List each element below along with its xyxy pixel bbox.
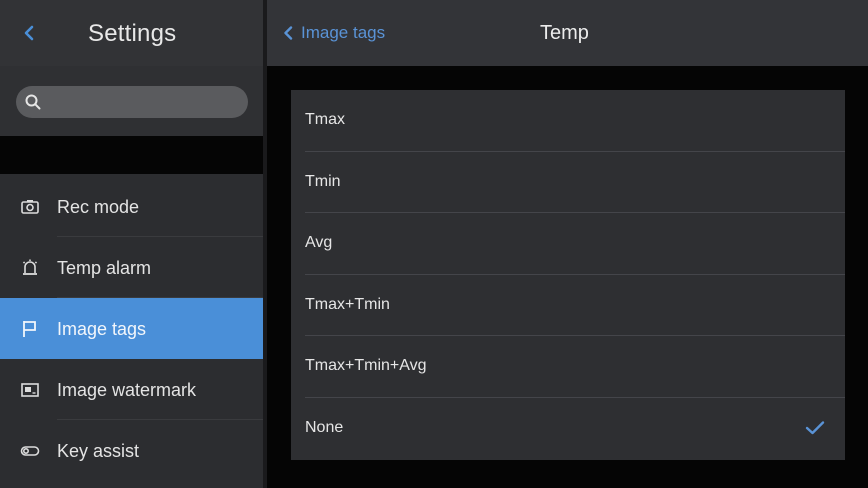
search-input[interactable]	[48, 86, 238, 118]
camera-icon	[21, 200, 39, 214]
sidebar-item-label: Rec mode	[57, 197, 140, 217]
watermark-icon	[21, 383, 39, 397]
page-title: Temp	[540, 22, 589, 44]
option-label: Tmax+Tmin+Avg	[305, 357, 427, 375]
sidebar-item-label: Temp alarm	[57, 258, 152, 278]
search-icon	[25, 94, 41, 110]
option-label: Tmax+Tmin	[305, 295, 390, 313]
back-link-label: Image tags	[301, 23, 386, 42]
settings-menu: Rec mode Temp alarm Image tags Image wat…	[0, 176, 263, 481]
flag-icon	[23, 321, 36, 337]
section-spacer	[0, 136, 263, 174]
search-area	[0, 66, 263, 136]
sidebar-item-label: Image tags	[57, 319, 147, 339]
option-avg[interactable]: Avg	[291, 213, 845, 275]
back-button[interactable]	[16, 20, 42, 46]
settings-sidebar: Settings Rec mode Temp alarm Image tags …	[0, 0, 263, 488]
option-tmax[interactable]: Tmax	[291, 90, 845, 152]
option-tmax-tmin[interactable]: Tmax+Tmin	[291, 275, 845, 337]
option-label: Tmax	[305, 111, 345, 128]
sidebar-item-rec-mode[interactable]: Rec mode	[0, 176, 263, 237]
sidebar-item-image-tags[interactable]: Image tags	[0, 298, 263, 359]
sidebar-item-image-watermark[interactable]: Image watermark	[0, 359, 263, 420]
sidebar-item-label: Key assist	[57, 441, 140, 461]
option-label: Avg	[305, 234, 333, 252]
back-link[interactable]: Image tags	[283, 23, 385, 43]
sidebar-item-temp-alarm[interactable]: Temp alarm	[0, 237, 263, 298]
option-label: Tmin	[305, 172, 341, 190]
chevron-left-icon	[24, 25, 34, 41]
option-label: None	[305, 418, 344, 436]
page-header: Image tags Temp	[267, 0, 868, 66]
option-none[interactable]: None	[291, 398, 845, 460]
option-tmin[interactable]: Tmin	[291, 152, 845, 214]
option-tmax-tmin-avg[interactable]: Tmax+Tmin+Avg	[291, 336, 845, 398]
sidebar-header: Settings	[0, 0, 263, 66]
sidebar-item-label: Image watermark	[57, 380, 197, 400]
checkmark-icon	[805, 421, 825, 435]
sidebar-item-key-assist[interactable]: Key assist	[0, 420, 263, 481]
option-list: Tmax Tmin Avg Tmax+Tmin Tmax+Tmin+Avg No…	[291, 90, 845, 460]
alarm-icon	[22, 259, 38, 275]
toggle-icon	[20, 446, 40, 456]
chevron-left-icon	[284, 26, 293, 40]
sidebar-title: Settings	[88, 20, 177, 47]
search-box[interactable]	[16, 86, 248, 118]
